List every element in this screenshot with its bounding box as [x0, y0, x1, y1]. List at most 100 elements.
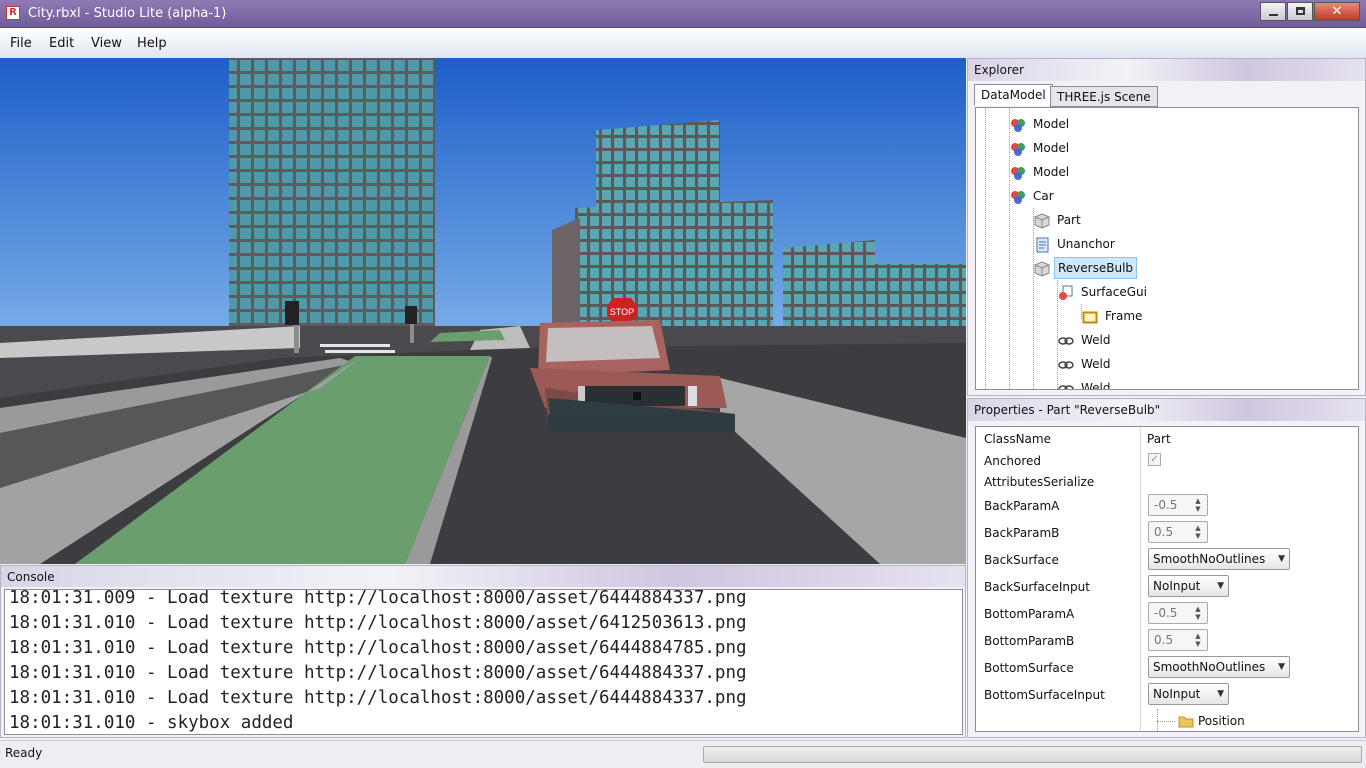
property-name: BottomParamB	[984, 634, 1075, 648]
tab-threejs-scene[interactable]: THREE.js Scene	[1050, 86, 1158, 107]
property-name: BottomParamA	[984, 607, 1075, 621]
console-line: 18:01:31.010 - Load texture http://local…	[9, 638, 747, 658]
chevron-down-icon: ▼	[1278, 554, 1285, 564]
property-name: BottomSurface	[984, 661, 1074, 675]
surfacegui-icon	[1058, 285, 1074, 301]
bottomsurface-dropdown[interactable]: SmoothNoOutlines ▼	[1148, 656, 1290, 678]
weld-icon	[1058, 333, 1074, 349]
building	[229, 58, 435, 333]
menu-file[interactable]: File	[10, 36, 32, 51]
property-row: BottomParamA -0.5 ▲ ▼	[976, 600, 1358, 626]
explorer-title: Explorer	[974, 63, 1024, 77]
bottomsurfaceinput-dropdown[interactable]: NoInput ▼	[1148, 683, 1229, 705]
city-scene: STOP	[0, 58, 966, 564]
property-group-position[interactable]: Position	[976, 709, 1358, 731]
tree-item-unanchor[interactable]: Unanchor	[1034, 233, 1118, 255]
minimize-icon	[1269, 14, 1278, 16]
progress-bar	[703, 746, 1362, 763]
tree-item-model[interactable]: Model	[1010, 161, 1072, 183]
building	[596, 120, 720, 216]
bottomparamb-spinbox[interactable]: 0.5 ▲ ▼	[1148, 629, 1208, 651]
menu-help[interactable]: Help	[137, 36, 167, 51]
tree-item-weld[interactable]: Weld	[1058, 329, 1114, 351]
properties-grid[interactable]: ClassName Part Anchored ✓ AttributesSeri…	[975, 426, 1359, 732]
frame-icon	[1082, 309, 1098, 325]
tree-item-weld[interactable]: Weld	[1058, 377, 1114, 389]
app-logo-icon: R	[6, 6, 20, 20]
property-name: BackSurface	[984, 553, 1059, 567]
property-group-label: Position	[1198, 714, 1245, 728]
maximize-icon	[1296, 7, 1305, 15]
status-text: Ready	[5, 746, 43, 760]
chevron-down-icon: ▼	[1217, 581, 1224, 591]
backsurfaceinput-dropdown[interactable]: NoInput ▼	[1148, 575, 1229, 597]
console-line: 18:01:31.010 - Load texture http://local…	[9, 688, 747, 708]
spin-arrows-icon[interactable]: ▲ ▼	[1191, 524, 1205, 540]
folder-icon	[1178, 713, 1194, 731]
window-controls: ✕	[1259, 2, 1360, 22]
tree-item-frame[interactable]: Frame	[1082, 305, 1145, 327]
property-row: BackParamB 0.5 ▲ ▼	[976, 519, 1358, 545]
property-row: BottomSurface SmoothNoOutlines ▼	[976, 654, 1358, 680]
close-icon: ✕	[1331, 4, 1343, 19]
properties-title: Properties - Part "ReverseBulb"	[974, 403, 1161, 417]
weld-icon	[1058, 381, 1074, 389]
close-button[interactable]: ✕	[1314, 2, 1360, 21]
tree-item-reversebulb[interactable]: ReverseBulb	[1034, 257, 1138, 279]
property-name: BackParamA	[984, 499, 1060, 513]
backsurface-dropdown[interactable]: SmoothNoOutlines ▼	[1148, 548, 1290, 570]
explorer-tree[interactable]: Model Model Model Car Part Unanchor Reve…	[975, 107, 1359, 390]
console-line: 18:01:31.010 - skybox added	[9, 713, 294, 733]
tab-datamodel[interactable]: DataModel	[974, 84, 1053, 106]
property-name: Anchored	[984, 454, 1042, 468]
model-icon	[1010, 189, 1026, 205]
weld-icon	[1058, 357, 1074, 373]
script-icon	[1034, 237, 1050, 253]
backparama-spinbox[interactable]: -0.5 ▲ ▼	[1148, 494, 1208, 516]
minimize-button[interactable]	[1260, 2, 1286, 21]
console-line: 18:01:31.010 - Load texture http://local…	[9, 663, 747, 683]
model-icon	[1010, 141, 1026, 157]
property-name: BottomSurfaceInput	[984, 688, 1105, 702]
spin-arrows-icon[interactable]: ▲ ▼	[1191, 605, 1205, 621]
bottomparama-spinbox[interactable]: -0.5 ▲ ▼	[1148, 602, 1208, 624]
property-row: BackSurfaceInput NoInput ▼	[976, 573, 1358, 599]
console-line: 18:01:31.009 - Load texture http://local…	[9, 589, 747, 608]
property-row: BottomParamB 0.5 ▲ ▼	[976, 627, 1358, 653]
backparamb-spinbox[interactable]: 0.5 ▲ ▼	[1148, 521, 1208, 543]
tree-item-car[interactable]: Car	[1010, 185, 1057, 207]
menu-view[interactable]: View	[91, 36, 122, 51]
anchored-checkbox[interactable]: ✓	[1148, 453, 1161, 466]
3d-viewport[interactable]: STOP	[0, 58, 966, 564]
chevron-down-icon: ▼	[1278, 662, 1285, 672]
tree-item-model[interactable]: Model	[1010, 113, 1072, 135]
property-name: BackParamB	[984, 526, 1060, 540]
tree-item-model[interactable]: Model	[1010, 137, 1072, 159]
tree-item-part[interactable]: Part	[1034, 209, 1084, 231]
title-bar[interactable]: R City.rbxl - Studio Lite (alpha-1) ✕	[0, 0, 1366, 28]
chevron-down-icon: ▼	[1217, 689, 1224, 699]
console-title: Console	[7, 570, 55, 584]
spin-arrows-icon[interactable]: ▲ ▼	[1191, 632, 1205, 648]
part-icon	[1034, 212, 1050, 229]
property-name: AttributesSerialize	[984, 475, 1095, 489]
property-row: BackParamA -0.5 ▲ ▼	[976, 492, 1358, 518]
maximize-button[interactable]	[1287, 2, 1313, 21]
model-icon	[1010, 117, 1026, 133]
building	[575, 200, 773, 333]
console-output[interactable]: 18:01:31.009 - Load texture http://local…	[4, 589, 963, 735]
menu-edit[interactable]: Edit	[49, 36, 74, 51]
spin-arrows-icon[interactable]: ▲ ▼	[1191, 497, 1205, 513]
property-row: BackSurface SmoothNoOutlines ▼	[976, 546, 1358, 572]
model-icon	[1010, 165, 1026, 181]
property-row: BottomSurfaceInput NoInput ▼	[976, 681, 1358, 707]
property-name: BackSurfaceInput	[984, 580, 1090, 594]
menu-bar: File Edit View Help	[0, 28, 1366, 58]
property-value: Part	[1147, 432, 1171, 446]
tree-item-surfacegui[interactable]: SurfaceGui	[1058, 281, 1150, 303]
stop-sign-text: STOP	[610, 307, 634, 317]
status-bar: Ready	[0, 740, 1366, 768]
tree-item-weld[interactable]: Weld	[1058, 353, 1114, 375]
property-name: ClassName	[984, 432, 1051, 446]
console-line: 18:01:31.010 - Load texture http://local…	[9, 613, 747, 633]
